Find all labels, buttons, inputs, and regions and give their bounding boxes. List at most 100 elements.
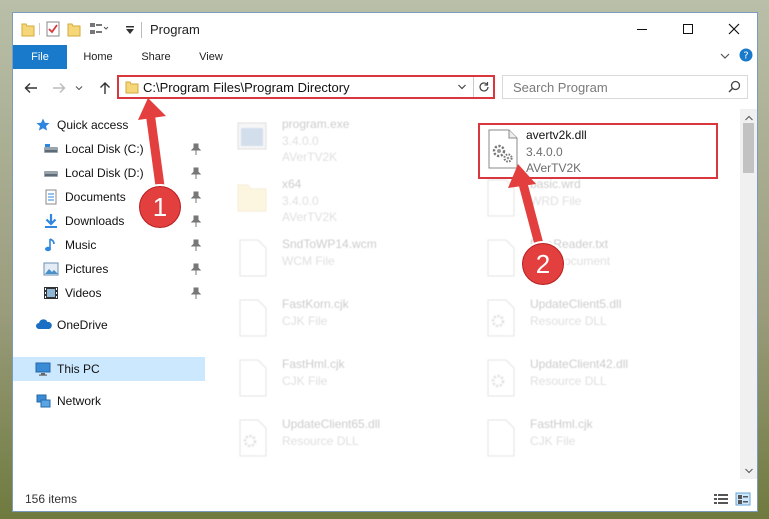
pin-icon[interactable] [190, 167, 202, 182]
file-list: program.exe 3.4.0.0 AVerTV2K avertv2k.dl… [206, 109, 740, 479]
blank-file-icon [236, 239, 268, 280]
drive-icon [43, 165, 59, 181]
file-version: 3.4.0.0 [282, 194, 319, 208]
scroll-down-icon[interactable] [740, 462, 757, 479]
sidebar-item-music[interactable]: Music [13, 233, 205, 257]
file-type: CJK File [282, 314, 328, 328]
file-item[interactable]: FastHml.cjk CJK File [464, 413, 704, 469]
refresh-icon[interactable] [473, 77, 494, 97]
forward-arrow-icon[interactable] [49, 78, 69, 98]
sidebar-item-videos[interactable]: Videos [13, 281, 205, 305]
file-item[interactable]: SndToWP14.wcm WCM File [216, 233, 456, 289]
documents-icon [43, 189, 59, 205]
sidebar-item-label: Videos [65, 286, 102, 300]
sidebar-item-label: Local Disk (D:) [65, 166, 144, 180]
file-item[interactable]: FastKorn.cjk CJK File [216, 293, 456, 349]
file-name: program.exe [282, 117, 350, 131]
up-arrow-icon[interactable] [95, 78, 115, 98]
sidebar-item-network[interactable]: Network [13, 389, 205, 413]
tab-home[interactable]: Home [73, 45, 123, 69]
file-name: x64 [282, 177, 302, 191]
minimize-button[interactable] [619, 13, 665, 45]
drive-icon [43, 141, 59, 157]
callout-badge-2: 2 [520, 241, 566, 287]
sidebar-item-quick-access[interactable]: Quick access [13, 113, 205, 137]
file-item[interactable]: UpdateClient5.dll Resource DLL [464, 293, 704, 349]
pin-icon[interactable] [190, 215, 202, 230]
back-arrow-icon[interactable] [21, 78, 41, 98]
video-icon [43, 285, 59, 301]
properties-icon[interactable] [46, 21, 60, 40]
search-box[interactable] [502, 75, 748, 99]
pin-icon[interactable] [190, 263, 202, 278]
folder-icon [125, 81, 139, 97]
sidebar-item-pictures[interactable]: Pictures [13, 257, 205, 281]
file-name: UpdateClient5.dll [530, 297, 622, 311]
scroll-thumb[interactable] [743, 123, 754, 173]
file-type: Resource DLL [530, 374, 607, 388]
navigation-pane: Quick access Local Disk (C:) Local Disk … [13, 109, 205, 479]
file-item[interactable]: program.exe 3.4.0.0 AVerTV2K [216, 113, 456, 169]
vertical-scrollbar[interactable] [740, 109, 757, 479]
file-name: UpdateClient42.dll [530, 357, 629, 371]
new-folder-icon[interactable] [67, 21, 81, 40]
sidebar-item-label: Documents [65, 190, 126, 204]
file-name: FastHml.cjk [530, 417, 593, 431]
pin-icon[interactable] [190, 287, 202, 302]
tab-view[interactable]: View [189, 45, 233, 69]
file-type: Resource DLL [282, 434, 359, 448]
file-item[interactable]: FineReader.txt Text Document [464, 233, 704, 289]
file-item[interactable]: UpdateClient42.dll Resource DLL [464, 353, 704, 409]
sidebar-item-local-disk-c[interactable]: Local Disk (C:) [13, 137, 205, 161]
recent-locations-icon[interactable] [73, 78, 85, 98]
cloud-icon [35, 317, 52, 333]
file-version: 3.4.0.0 [526, 145, 563, 159]
file-item-highlighted[interactable]: avertv2k.dll 3.4.0.0 AVerTV2K [478, 123, 718, 179]
dll-gear-icon [486, 129, 520, 172]
sidebar-item-this-pc[interactable]: This PC [13, 357, 205, 381]
file-name: basic.wrd [530, 177, 581, 191]
search-input[interactable] [503, 76, 728, 98]
close-button[interactable] [711, 13, 757, 45]
file-name: FastHml.cjk [282, 357, 345, 371]
address-bar[interactable]: C:\Program Files\Program Directory [117, 75, 495, 99]
address-dropdown-icon[interactable] [457, 81, 467, 95]
details-view-icon[interactable] [713, 492, 729, 506]
maximize-button[interactable] [665, 13, 711, 45]
tab-file[interactable]: File [13, 45, 67, 69]
pictures-icon [43, 261, 59, 277]
navigation-bar: C:\Program Files\Program Directory [13, 73, 757, 103]
file-item[interactable]: UpdateClient65.dll Resource DLL [216, 413, 456, 469]
file-item[interactable]: x64 3.4.0.0 AVerTV2K [216, 173, 456, 229]
callout-badge-1: 1 [137, 184, 183, 230]
title-separator [141, 22, 142, 38]
folder-icon[interactable] [21, 21, 35, 40]
search-icon[interactable] [728, 80, 741, 96]
help-icon[interactable]: ? [739, 48, 753, 65]
expand-ribbon-icon[interactable] [719, 50, 731, 65]
sidebar-item-local-disk-d[interactable]: Local Disk (D:) [13, 161, 205, 185]
file-explorer-window: Program File Home Share View ? C:\Progra… [12, 12, 758, 512]
sidebar-item-onedrive[interactable]: OneDrive [13, 313, 205, 337]
address-path[interactable]: C:\Program Files\Program Directory [143, 80, 350, 95]
sidebar-item-label: Downloads [65, 214, 125, 228]
customize-toolbar-icon[interactable] [125, 24, 135, 38]
file-name: avertv2k.dll [526, 128, 587, 142]
tiles-view-icon[interactable] [735, 492, 751, 506]
tab-share[interactable]: Share [131, 45, 181, 69]
file-type: CJK File [282, 374, 328, 388]
pin-icon[interactable] [190, 191, 202, 206]
item-count: 156 items [25, 492, 78, 506]
dll-gear-icon [484, 299, 516, 340]
view-options-icon[interactable] [89, 21, 109, 40]
file-company: AVerTV2K [282, 150, 338, 164]
blank-file-icon [484, 239, 516, 280]
pin-icon[interactable] [190, 239, 202, 254]
pin-icon[interactable] [190, 143, 202, 158]
blank-file-icon [236, 299, 268, 340]
file-item[interactable]: basic.wrd WRD File [464, 173, 704, 229]
file-version: 3.4.0.0 [282, 134, 319, 148]
file-company: AVerTV2K [282, 210, 338, 224]
file-item[interactable]: FastHml.cjk CJK File [216, 353, 456, 409]
blank-file-icon [484, 419, 516, 460]
